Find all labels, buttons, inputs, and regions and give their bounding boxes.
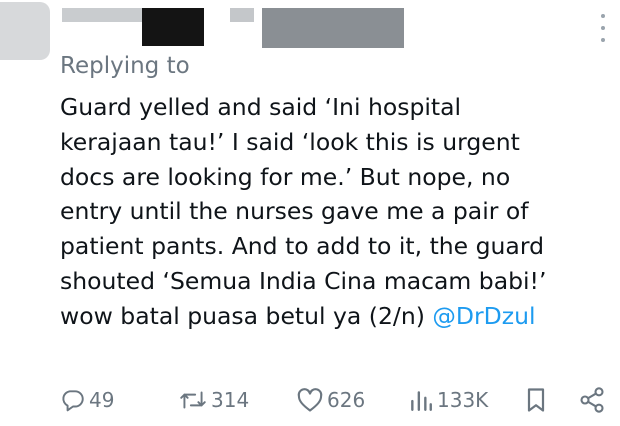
tweet-line: shouted ‘Semua India Cina macam babi!’ <box>60 266 547 295</box>
reply-button[interactable]: 49 <box>60 383 114 417</box>
mention-link[interactable]: @DrDzul <box>432 302 535 330</box>
redacted-avatar <box>0 2 50 60</box>
replying-to-label: Replying to <box>60 53 190 79</box>
tweet-line: kerajaan tau!’ I said ‘look this is urge… <box>60 127 520 156</box>
tweet-line-text: wow batal puasa betul ya (2/n) <box>60 301 433 330</box>
like-count: 626 <box>327 388 366 412</box>
tweet-line: patient pants. And to add to it, the gua… <box>60 232 544 261</box>
redacted-name-block <box>142 8 204 46</box>
more-options-button[interactable] <box>596 14 610 42</box>
redacted-name <box>62 8 142 22</box>
more-vertical-icon <box>601 14 605 18</box>
reply-icon <box>62 390 84 412</box>
tweet-line: docs are looking for me.’ But nope, no <box>60 162 511 191</box>
heart-icon <box>297 388 323 412</box>
bookmark-icon <box>527 388 545 412</box>
tweet-header <box>0 0 620 60</box>
tweet-line: entry until the nurses gave me a pair of <box>60 197 529 226</box>
share-icon <box>580 387 604 413</box>
retweet-count: 314 <box>211 388 250 412</box>
views-chart-icon <box>411 391 432 411</box>
redacted-handle <box>230 8 254 22</box>
tweet-text: Guard yelled and said ‘Ini hospital kera… <box>60 90 612 334</box>
views-button[interactable]: 133K <box>408 383 488 417</box>
reply-count: 49 <box>89 388 115 412</box>
bookmark-button[interactable] <box>524 383 548 417</box>
like-button[interactable]: 626 <box>296 383 365 417</box>
retweet-button[interactable]: 314 <box>178 383 249 417</box>
view-count: 133K <box>437 388 489 412</box>
share-button[interactable] <box>578 383 606 417</box>
tweet-line: Guard yelled and said ‘Ini hospital <box>60 93 462 121</box>
tweet-last-line: wow batal puasa betul ya (2/n) @DrDzul <box>60 299 612 334</box>
retweet-icon <box>180 391 206 409</box>
redacted-handle-block <box>262 8 404 48</box>
action-bar: 49 314 626 133K <box>0 383 620 417</box>
